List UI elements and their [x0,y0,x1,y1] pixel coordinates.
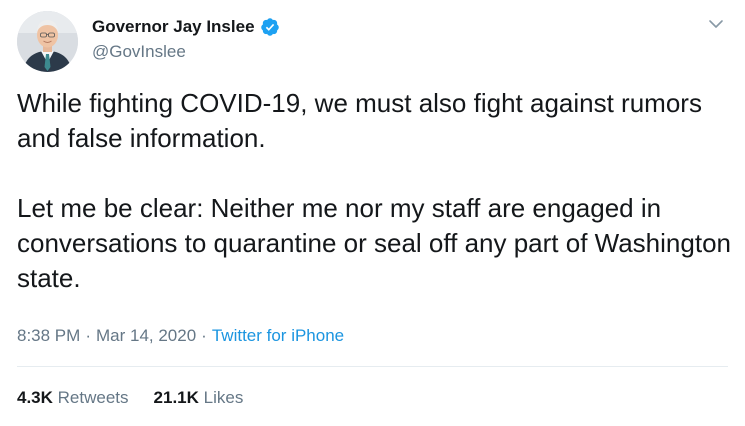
retweets-label: Retweets [57,388,129,407]
verified-badge-icon [260,17,280,37]
retweets-stat[interactable]: 4.3K Retweets [17,387,129,409]
separator: · [201,326,207,345]
likes-count: 21.1K [153,388,199,407]
tweet-text: While fighting COVID-19, we must also fi… [17,86,732,296]
likes-label: Likes [203,388,244,407]
author-name-row: Governor Jay Inslee [92,15,280,39]
tweet-source-link[interactable]: Twitter for iPhone [212,326,344,345]
display-name[interactable]: Governor Jay Inslee [92,15,255,39]
tweet-paragraph: While fighting COVID-19, we must also fi… [17,88,702,153]
tweet-paragraph: Let me be clear: Neither me nor my staff… [17,193,731,293]
tweet-card: Governor Jay Inslee @GovInslee While fig… [0,0,745,426]
engagement-stats: 4.3K Retweets 21.1K Likes [17,387,243,409]
tweet-date[interactable]: Mar 14, 2020 [96,326,196,345]
retweets-count: 4.3K [17,388,53,407]
divider [17,366,728,367]
avatar[interactable] [17,11,78,72]
separator: · [85,326,91,345]
username-handle[interactable]: @GovInslee [92,41,186,63]
tweet-time[interactable]: 8:38 PM [17,326,80,345]
avatar-image [17,11,78,72]
likes-stat[interactable]: 21.1K Likes [154,387,244,409]
tweet-metadata: 8:38 PM · Mar 14, 2020 · Twitter for iPhone [17,325,344,347]
chevron-down-icon[interactable] [706,14,726,34]
